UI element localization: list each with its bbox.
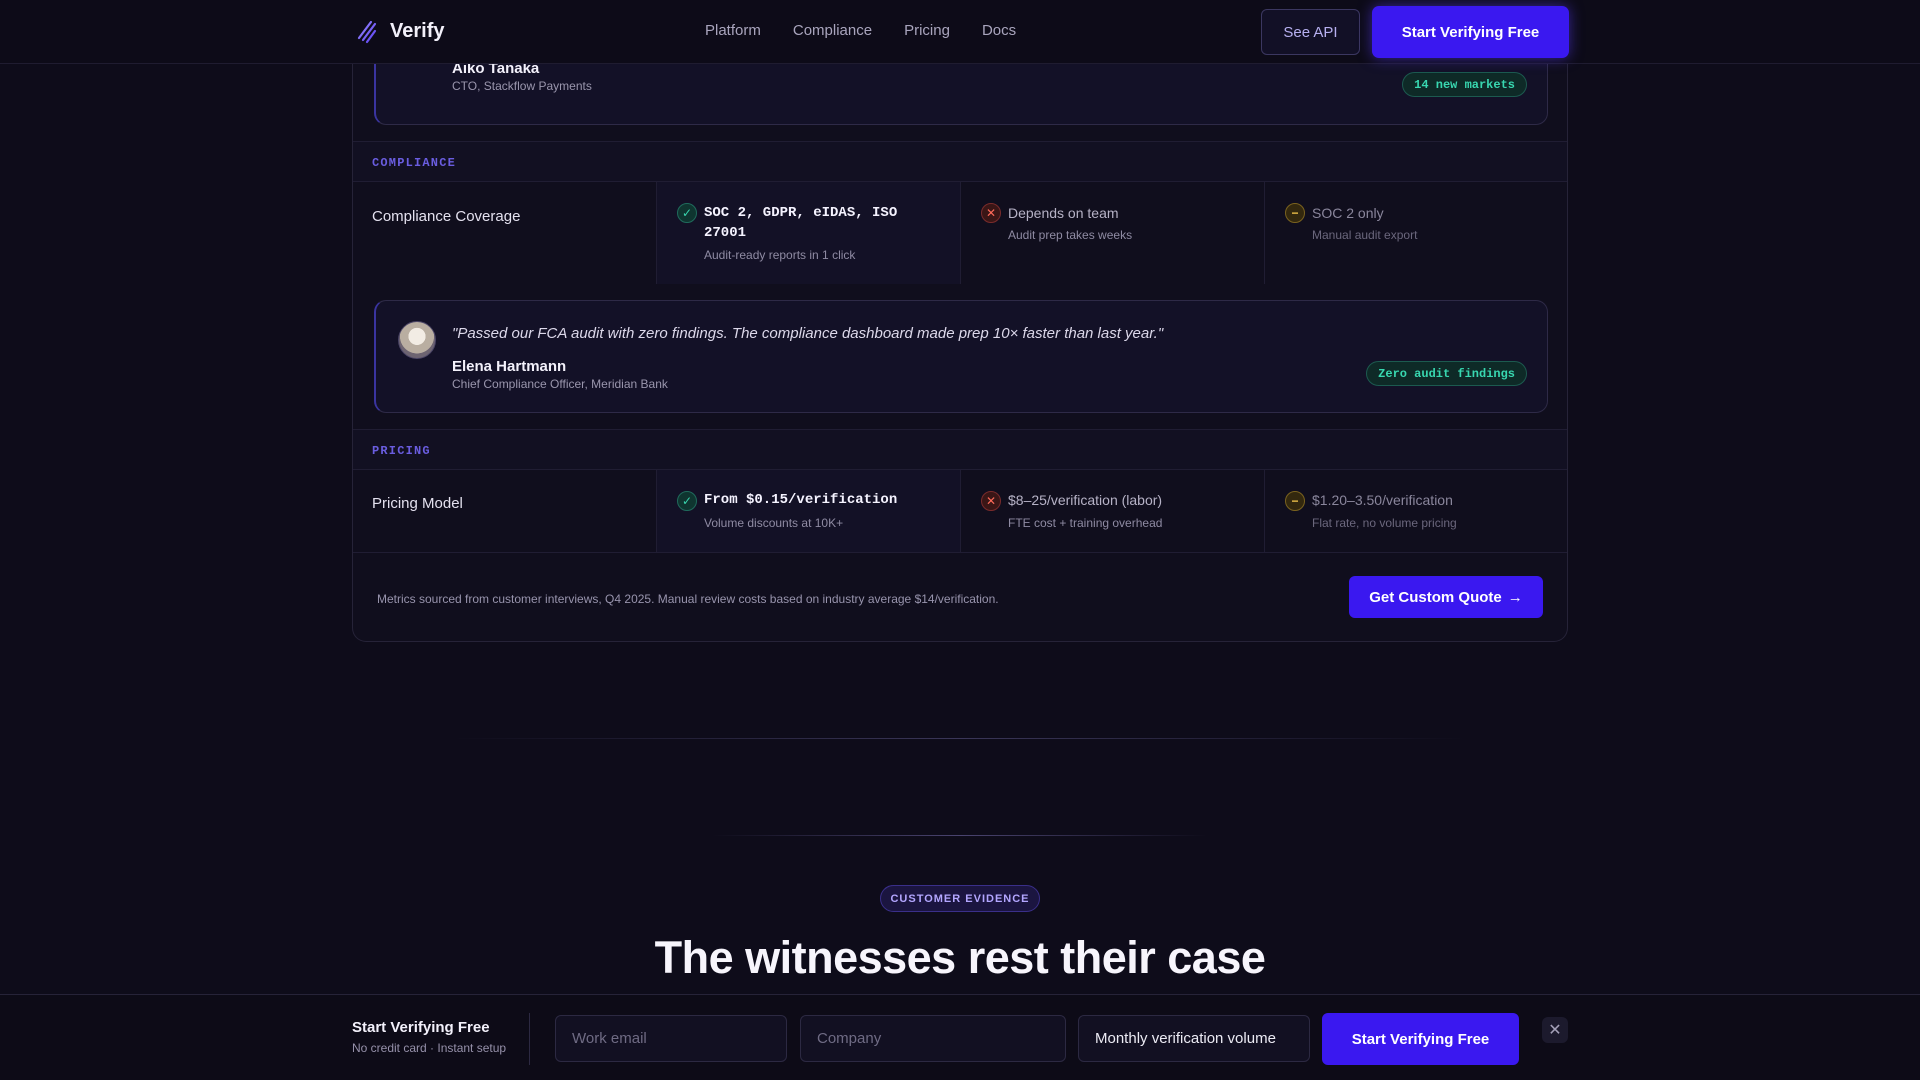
minus-icon: − [1285, 491, 1305, 511]
verify-cell: ✓ From $0.15/verification Volume discoun… [657, 470, 961, 552]
check-icon: ✓ [677, 203, 697, 223]
close-icon[interactable]: ✕ [1542, 1017, 1568, 1043]
x-icon: ✕ [981, 491, 1001, 511]
avatar [398, 321, 436, 359]
testimonial-name: Elena Hartmann [452, 358, 567, 375]
verification-volume-select[interactable]: Monthly verification volume [1078, 1015, 1310, 1062]
nav-link-compliance[interactable]: Compliance [793, 22, 872, 39]
cell-sub: Audit-ready reports in 1 click [704, 248, 856, 262]
divider [712, 835, 1208, 836]
competitor-cell: − SOC 2 only Manual audit export [1265, 182, 1567, 284]
section-eyebrow: CUSTOMER EVIDENCE [880, 885, 1040, 912]
competitor-cell: − $1.20–3.50/verification Flat rate, no … [1265, 470, 1567, 552]
cell-main: Depends on team [1008, 205, 1119, 221]
result-badge: Zero audit findings [1366, 361, 1527, 386]
manual-cell: ✕ $8–25/verification (labor) FTE cost + … [961, 470, 1265, 552]
logo-icon [357, 20, 377, 44]
nav-links: Platform Compliance Pricing Docs [705, 22, 1016, 39]
testimonial-card-elena: "Passed our FCA audit with zero findings… [374, 300, 1548, 413]
cell-sub: Volume discounts at 10K+ [704, 516, 844, 530]
section-headline: The witnesses rest their case [654, 932, 1266, 983]
get-custom-quote-button[interactable]: Get Custom Quote → [1349, 576, 1543, 618]
cell-main: From $0.15/verification [704, 492, 898, 508]
row-label-cell: Compliance Coverage [353, 182, 657, 284]
see-api-button[interactable]: See API [1261, 9, 1360, 55]
row-title: Compliance Coverage [372, 208, 521, 225]
comparison-row-compliance: Compliance Coverage ✓ SOC 2, GDPR, eIDAS… [353, 182, 1567, 284]
testimonial-role: CTO, Stackflow Payments [452, 79, 592, 93]
row-label-cell: Pricing Model [353, 470, 657, 552]
check-icon: ✓ [677, 491, 697, 511]
result-badge: 14 new markets [1402, 72, 1527, 97]
work-email-input[interactable]: Work email [555, 1015, 787, 1062]
x-icon: ✕ [981, 203, 1001, 223]
top-nav: Verify Platform Compliance Pricing Docs … [0, 0, 1920, 64]
section-label-pricing: PRICING [353, 429, 1567, 470]
cell-sub: Audit prep takes weeks [1008, 228, 1133, 242]
section-label-text: PRICING [372, 444, 431, 458]
metrics-note: Metrics sourced from customer interviews… [377, 592, 999, 606]
sticky-signup-bar: Start Verifying Free No credit card · In… [0, 994, 1920, 1080]
brand-link[interactable]: Verify [356, 18, 444, 44]
divider [452, 738, 1468, 739]
section-label-compliance: COMPLIANCE [353, 141, 1567, 182]
cell-sub: FTE cost + training overhead [1008, 516, 1163, 530]
row-title: Pricing Model [372, 495, 463, 512]
comparison-row-pricing: Pricing Model ✓ From $0.15/verification … [353, 470, 1567, 552]
cell-sub: Flat rate, no volume pricing [1312, 516, 1457, 530]
start-verifying-button[interactable]: Start Verifying Free [1372, 6, 1569, 58]
arrow-right-icon: → [1507, 588, 1523, 606]
testimonial-quote: "Passed our FCA audit with zero findings… [452, 325, 1164, 342]
start-verifying-submit-button[interactable]: Start Verifying Free [1322, 1013, 1519, 1065]
cell-main: SOC 2, GDPR, eIDAS, ISO 27001 [704, 205, 898, 241]
cell-main: $1.20–3.50/verification [1312, 492, 1453, 508]
nav-link-pricing[interactable]: Pricing [904, 22, 950, 39]
testimonial-role: Chief Compliance Officer, Meridian Bank [452, 377, 668, 391]
bar-title: Start Verifying Free [352, 1019, 490, 1036]
verify-cell: ✓ SOC 2, GDPR, eIDAS, ISO 27001 Audit-re… [657, 182, 961, 284]
company-input[interactable]: Company [800, 1015, 1066, 1062]
minus-icon: − [1285, 203, 1305, 223]
manual-cell: ✕ Depends on team Audit prep takes weeks [961, 182, 1265, 284]
button-label: Get Custom Quote [1369, 588, 1502, 606]
cell-main: SOC 2 only [1312, 205, 1384, 221]
section-label-text: COMPLIANCE [372, 156, 457, 170]
brand-name: Verify [390, 19, 445, 42]
cell-sub: Manual audit export [1312, 228, 1418, 242]
nav-link-platform[interactable]: Platform [705, 22, 761, 39]
bar-subtitle: No credit card · Instant setup [352, 1041, 507, 1055]
cell-main: $8–25/verification (labor) [1008, 492, 1163, 508]
nav-link-docs[interactable]: Docs [982, 22, 1016, 39]
divider [529, 1013, 530, 1065]
